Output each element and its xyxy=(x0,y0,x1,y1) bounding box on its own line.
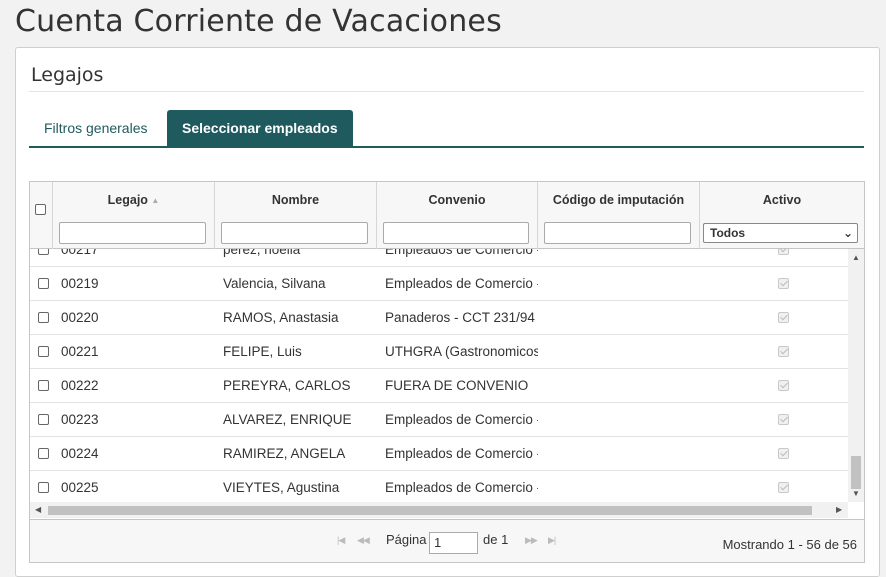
legajo-cell: 00223 xyxy=(61,412,99,427)
convenio-cell: Empleados de Comercio - ( xyxy=(385,480,538,495)
activo-checkbox xyxy=(778,448,789,459)
row-checkbox[interactable] xyxy=(38,482,49,493)
table-row[interactable]: 00223 ALVAREZ, ENRIQUE Empleados de Come… xyxy=(30,403,848,437)
nombre-filter-input[interactable] xyxy=(221,222,368,244)
header-convenio[interactable]: Convenio xyxy=(377,182,538,249)
divider xyxy=(29,91,864,92)
legajo-cell: 00220 xyxy=(61,310,99,325)
header-select-all-column xyxy=(30,182,53,249)
scroll-right-icon[interactable]: ▶ xyxy=(836,502,842,518)
nombre-cell: perez, noelia xyxy=(223,249,301,257)
employees-grid: Legajo ▲ Nombre Convenio Código de imput… xyxy=(29,181,865,563)
horizontal-scroll-thumb[interactable] xyxy=(48,506,812,515)
nombre-cell: ALVAREZ, ENRIQUE xyxy=(223,412,352,427)
row-checkbox[interactable] xyxy=(38,380,49,391)
page-label: Página xyxy=(386,532,427,547)
table-row[interactable]: 00217 perez, noelia Empleados de Comerci… xyxy=(30,249,848,267)
column-activo-label: Activo xyxy=(762,193,802,207)
activo-checkbox xyxy=(778,312,789,323)
legajo-cell: 00219 xyxy=(61,276,99,291)
activo-checkbox xyxy=(778,482,789,493)
scroll-down-icon[interactable]: ▼ xyxy=(848,489,864,498)
legajo-cell: 00221 xyxy=(61,344,99,359)
column-convenio-label: Convenio xyxy=(428,193,486,207)
legajo-cell: 00224 xyxy=(61,446,99,461)
activo-checkbox xyxy=(778,346,789,357)
tab-filtros-generales[interactable]: Filtros generales xyxy=(29,110,163,147)
convenio-cell: Empleados de Comercio - ( xyxy=(385,249,538,257)
activo-checkbox xyxy=(778,414,789,425)
vertical-scroll-thumb[interactable] xyxy=(851,456,861,489)
table-row[interactable]: 00220 RAMOS, Anastasia Panaderos - CCT 2… xyxy=(30,301,848,335)
prev-page-icon[interactable]: ◀◀ xyxy=(357,535,370,546)
column-nombre-label: Nombre xyxy=(271,193,320,207)
activo-checkbox xyxy=(778,380,789,391)
tab-seleccionar-empleados[interactable]: Seleccionar empleados xyxy=(167,110,353,147)
column-legajo-label: Legajo xyxy=(107,193,148,207)
last-page-icon[interactable]: ▶| xyxy=(548,535,556,546)
nombre-cell: Valencia, Silvana xyxy=(223,276,326,291)
table-row[interactable]: 00225 VIEYTES, Agustina Empleados de Com… xyxy=(30,471,848,502)
vertical-scrollbar[interactable]: ▲ ▼ xyxy=(848,249,864,502)
select-all-checkbox[interactable] xyxy=(35,204,46,215)
next-page-icon[interactable]: ▶▶ xyxy=(525,535,538,546)
table-row[interactable]: 00224 RAMIREZ, ANGELA Empleados de Comer… xyxy=(30,437,848,471)
row-checkbox[interactable] xyxy=(38,346,49,357)
row-checkbox[interactable] xyxy=(38,278,49,289)
row-checkbox[interactable] xyxy=(38,448,49,459)
page-number-input[interactable]: 1 xyxy=(429,532,478,554)
first-page-icon[interactable]: |◀ xyxy=(337,535,345,546)
activo-checkbox xyxy=(778,278,789,289)
header-nombre[interactable]: Nombre xyxy=(215,182,377,249)
row-checkbox[interactable] xyxy=(38,414,49,425)
column-codigo-label: Código de imputación xyxy=(552,193,685,207)
sort-asc-icon: ▲ xyxy=(151,196,160,205)
convenio-filter-input[interactable] xyxy=(383,222,529,244)
records-count: Mostrando 1 - 56 de 56 xyxy=(722,537,857,552)
legajo-cell: 00222 xyxy=(61,378,99,393)
tab-bar: Filtros generales Seleccionar empleados xyxy=(29,110,864,148)
table-row[interactable]: 00221 FELIPE, Luis UTHGRA (Gastronomicos… xyxy=(30,335,848,369)
legajo-cell: 00217 xyxy=(61,249,99,257)
nombre-cell: RAMOS, Anastasia xyxy=(223,310,339,325)
row-checkbox[interactable] xyxy=(38,249,49,255)
row-checkbox[interactable] xyxy=(38,312,49,323)
convenio-cell: UTHGRA (Gastronomicos) xyxy=(385,344,538,359)
activo-filter-value: Todos xyxy=(710,226,746,240)
panel-title: Legajos xyxy=(31,64,104,86)
header-codigo-imputacion[interactable]: Código de imputación xyxy=(538,182,700,249)
horizontal-scrollbar[interactable]: ◀ ▶ xyxy=(30,502,848,518)
activo-filter-select[interactable]: Todos ⌄ xyxy=(703,223,858,243)
legajo-cell: 00225 xyxy=(61,480,99,495)
nombre-cell: PEREYRA, CARLOS xyxy=(223,378,351,393)
grid-body: 00217 perez, noelia Empleados de Comerci… xyxy=(30,249,848,502)
nombre-cell: RAMIREZ, ANGELA xyxy=(223,446,346,461)
scroll-left-icon[interactable]: ◀ xyxy=(35,502,41,518)
page-total-label: de 1 xyxy=(483,532,509,547)
activo-checkbox xyxy=(778,249,789,255)
scroll-up-icon[interactable]: ▲ xyxy=(848,253,864,262)
nombre-cell: FELIPE, Luis xyxy=(223,344,302,359)
convenio-cell: Empleados de Comercio - ( xyxy=(385,276,538,291)
chevron-down-icon: ⌄ xyxy=(842,226,853,240)
codigo-filter-input[interactable] xyxy=(544,222,691,244)
pager: |◀ ◀◀ Página 1 de 1 ▶▶ ▶| Mostrando 1 - … xyxy=(30,519,864,562)
nombre-cell: VIEYTES, Agustina xyxy=(223,480,340,495)
convenio-cell: Empleados de Comercio - ( xyxy=(385,446,538,461)
table-row[interactable]: 00219 Valencia, Silvana Empleados de Com… xyxy=(30,267,848,301)
grid-header: Legajo ▲ Nombre Convenio Código de imput… xyxy=(30,182,864,249)
legajo-filter-input[interactable] xyxy=(59,222,206,244)
table-row[interactable]: 00222 PEREYRA, CARLOS FUERA DE CONVENIO xyxy=(30,369,848,403)
convenio-cell: Empleados de Comercio - ( xyxy=(385,412,538,427)
page-title: Cuenta Corriente de Vacaciones xyxy=(15,4,502,39)
header-activo[interactable]: Activo Todos ⌄ xyxy=(700,182,864,249)
legajos-panel: Legajos Filtros generales Seleccionar em… xyxy=(15,47,880,577)
convenio-cell: FUERA DE CONVENIO xyxy=(385,378,529,393)
header-legajo[interactable]: Legajo ▲ xyxy=(53,182,215,249)
convenio-cell: Panaderos - CCT 231/94 xyxy=(385,310,535,325)
